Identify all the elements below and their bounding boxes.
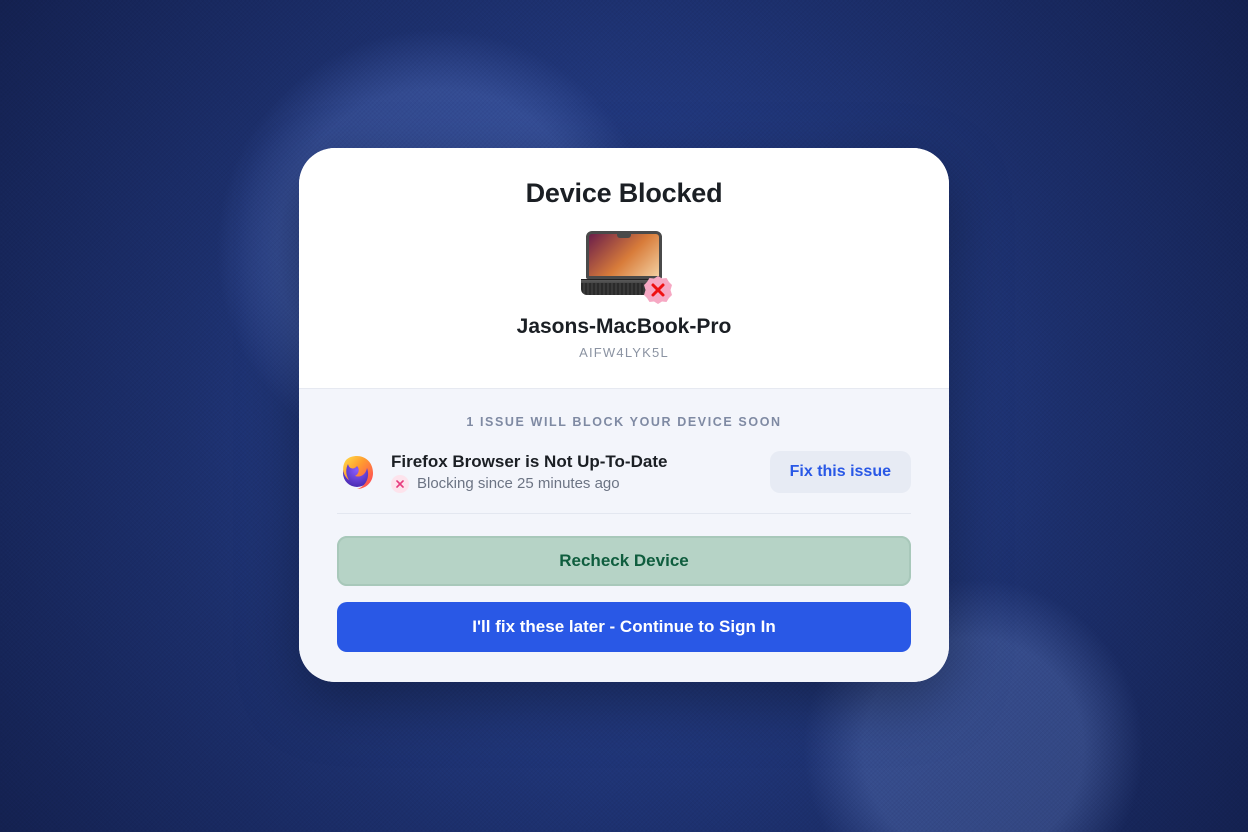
laptop-screen-icon bbox=[586, 231, 662, 279]
fix-issue-button[interactable]: Fix this issue bbox=[770, 451, 911, 493]
issue-status-text: Blocking since 25 minutes ago bbox=[417, 475, 620, 492]
device-blocked-card: Device Blocked Jasons-MacBook-Pro AIFW4L… bbox=[299, 148, 949, 682]
firefox-icon bbox=[337, 452, 377, 492]
page-title: Device Blocked bbox=[337, 178, 911, 209]
continue-signin-button[interactable]: I'll fix these later - Continue to Sign … bbox=[337, 602, 911, 652]
issue-status-row: Blocking since 25 minutes ago bbox=[391, 475, 756, 493]
blocking-status-icon bbox=[391, 475, 409, 493]
blocked-badge-icon bbox=[643, 275, 673, 305]
device-name: Jasons-MacBook-Pro bbox=[337, 315, 911, 339]
issue-title: Firefox Browser is Not Up-To-Date bbox=[391, 452, 756, 472]
card-header: Device Blocked Jasons-MacBook-Pro AIFW4L… bbox=[299, 148, 949, 388]
device-illustration bbox=[581, 231, 667, 299]
issue-text: Firefox Browser is Not Up-To-Date Blocki… bbox=[391, 452, 756, 493]
issues-banner: 1 ISSUE WILL BLOCK YOUR DEVICE SOON bbox=[337, 415, 911, 429]
card-body: 1 ISSUE WILL BLOCK YOUR DEVICE SOON bbox=[299, 388, 949, 682]
recheck-device-button[interactable]: Recheck Device bbox=[337, 536, 911, 586]
device-id: AIFW4LYK5L bbox=[337, 345, 911, 360]
issue-item: Firefox Browser is Not Up-To-Date Blocki… bbox=[337, 451, 911, 514]
